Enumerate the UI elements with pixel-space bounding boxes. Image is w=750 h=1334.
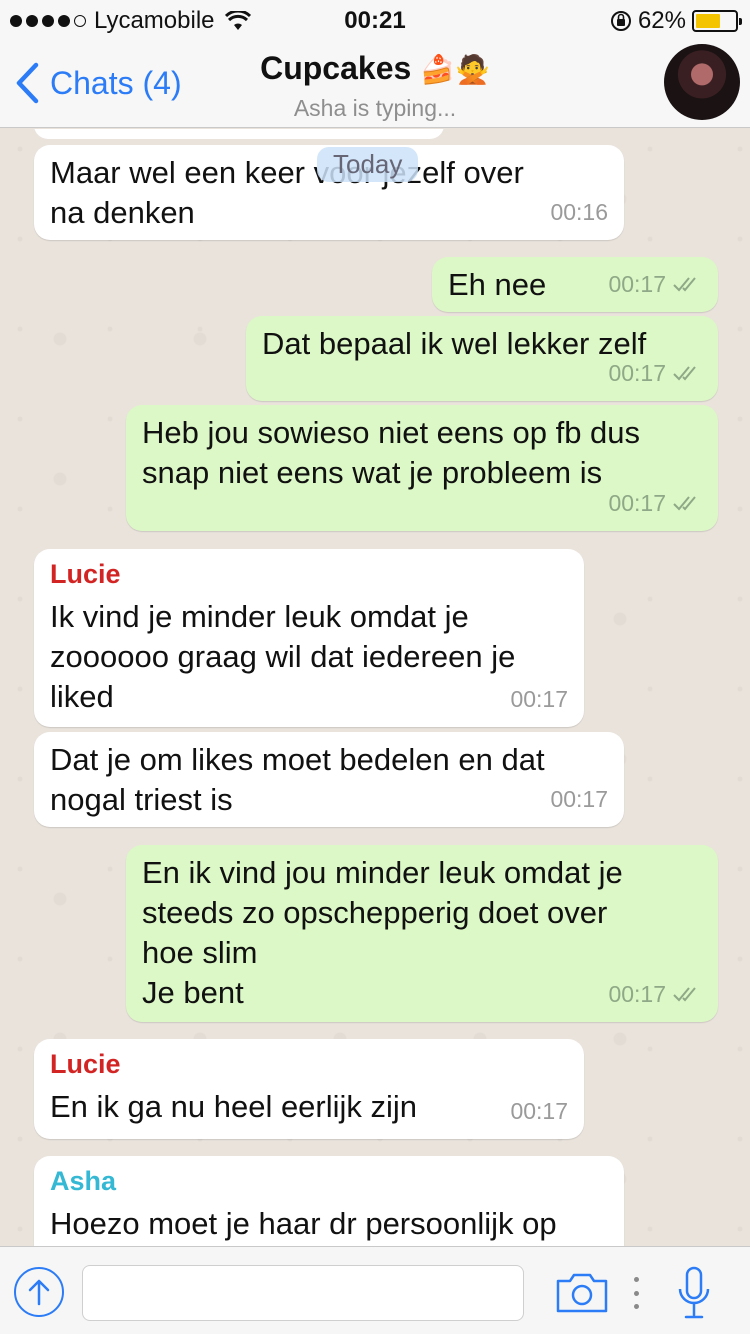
chat-title[interactable]: Cupcakes 🍰🙅 (0, 50, 750, 87)
message-bubble[interactable]: Dat je om likes moet bedelen en dat noga… (34, 732, 624, 827)
battery-percent: 62% (637, 7, 686, 34)
message-time: 00:17 (608, 271, 666, 297)
message-bubble[interactable]: En ik vind jou minder leuk omdat je stee… (126, 845, 718, 1022)
rotation-lock-icon (610, 11, 631, 31)
message-bubble[interactable]: Asha Hoezo moet je haar dr persoonlijk o… (34, 1156, 624, 1246)
message-time: 00:17 (510, 686, 568, 712)
sender-name[interactable]: Lucie (50, 557, 570, 591)
partial-message-bubble (34, 129, 444, 139)
message-text: En ik ga nu heel eerlijk zijn (50, 1089, 418, 1124)
message-meta: 00:17 (510, 1091, 568, 1131)
message-meta: 00:17 (608, 974, 702, 1014)
message-bubble[interactable]: Dat bepaal ik wel lekker zelf 00:17 (246, 316, 718, 401)
message-text: Ik vind je minder leuk omdat je zoooooo … (50, 599, 516, 714)
message-input[interactable] (82, 1265, 524, 1321)
group-avatar[interactable] (664, 44, 740, 120)
message-text: Heb jou sowieso niet eens op fb dus snap… (142, 415, 641, 490)
status-right: 62% (610, 7, 742, 35)
date-pill: Today (317, 147, 419, 182)
message-bubble[interactable]: Eh nee 00:17 (432, 257, 718, 312)
message-meta: 00:17 (510, 679, 568, 719)
double-check-icon (673, 987, 696, 1002)
message-time: 00:17 (510, 1098, 568, 1124)
sender-name[interactable]: Asha (50, 1164, 610, 1198)
sender-name[interactable]: Lucie (50, 1047, 570, 1081)
message-meta: 00:17 (550, 779, 608, 819)
more-dots-icon[interactable] (630, 1277, 642, 1309)
message-text: Dat je om likes moet bedelen en dat noga… (50, 742, 545, 817)
input-bar (0, 1246, 750, 1334)
message-time: 00:17 (550, 786, 608, 812)
double-check-icon (673, 277, 696, 292)
message-bubble[interactable]: Lucie Ik vind je minder leuk omdat je zo… (34, 549, 584, 727)
message-meta: 00:16 (550, 192, 608, 232)
share-button[interactable] (14, 1267, 64, 1317)
battery-icon (692, 10, 742, 32)
double-check-icon (673, 496, 696, 511)
camera-icon[interactable] (554, 1271, 610, 1315)
share-arrow-icon (28, 1279, 50, 1306)
nav-bar: Chats (4) Cupcakes 🍰🙅 Asha is typing... (0, 40, 750, 128)
double-check-icon (673, 366, 696, 381)
message-meta: 00:17 (608, 353, 702, 393)
message-text: Hoezo moet je haar dr persoonlijk op (50, 1206, 557, 1241)
chat-title-emoji: 🍰🙅 (420, 53, 490, 86)
message-bubble[interactable]: Lucie En ik ga nu heel eerlijk zijn 00:1… (34, 1039, 584, 1139)
message-meta: 00:17 (608, 264, 702, 304)
status-bar: Lycamobile 00:21 62% (0, 0, 750, 40)
message-meta: 00:17 (608, 483, 702, 523)
battery-fill (696, 14, 720, 28)
chat-title-text: Cupcakes (260, 50, 412, 86)
message-time: 00:17 (608, 360, 666, 386)
microphone-icon[interactable] (676, 1265, 712, 1321)
message-time: 00:17 (608, 981, 666, 1007)
typing-status: Asha is typing... (293, 95, 457, 121)
message-bubble[interactable]: Heb jou sowieso niet eens op fb dus snap… (126, 405, 718, 531)
message-time: 00:16 (550, 199, 608, 225)
message-time: 00:17 (608, 490, 666, 516)
message-list[interactable]: Maar wel een keer voor jezelf over na de… (0, 129, 750, 1246)
